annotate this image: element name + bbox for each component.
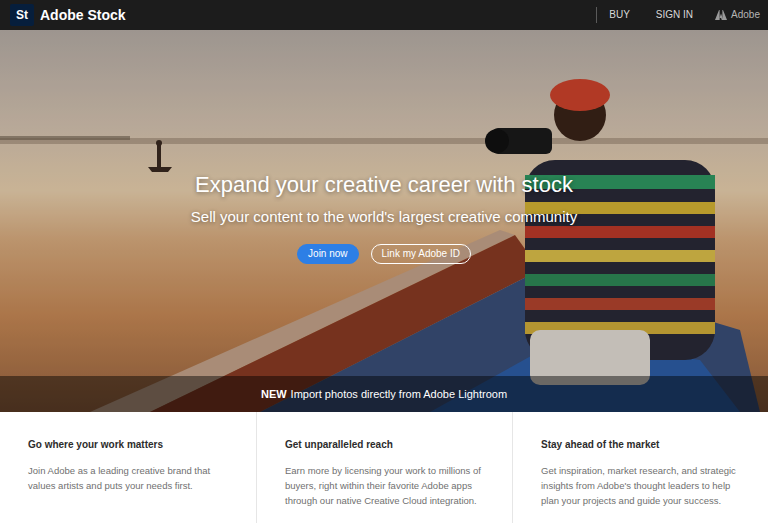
banner-text: Import photos directly from Adobe Lightr… <box>291 389 507 400</box>
adobe-link[interactable]: Adobe <box>715 10 760 20</box>
link-adobe-id-button[interactable]: Link my Adobe ID <box>371 244 471 264</box>
adobe-logo-icon <box>715 10 727 20</box>
feature-card: Get unparalleled reach Earn more by lice… <box>256 412 512 523</box>
brand-name: Adobe Stock <box>40 8 126 22</box>
sign-in-link[interactable]: SIGN IN <box>654 10 695 20</box>
hero-actions: Join now Link my Adobe ID <box>297 244 471 264</box>
link-adobe-id-label: Link my Adobe ID <box>382 248 460 259</box>
feature-title: Go where your work matters <box>28 438 238 451</box>
join-now-label: Join now <box>308 248 347 259</box>
feature-title: Get unparalleled reach <box>285 438 494 451</box>
feature-card: Stay ahead of the market Get inspiration… <box>512 412 768 523</box>
top-nav: BUY SIGN IN Adobe <box>596 0 760 30</box>
feature-card: Go where your work matters Join Adobe as… <box>0 412 256 523</box>
feature-body: Join Adobe as a leading creative brand t… <box>28 463 238 493</box>
hero-subtitle: Sell your content to the world's largest… <box>191 207 577 227</box>
brand-link[interactable]: St Adobe Stock <box>10 4 126 26</box>
feature-body: Earn more by licensing your work to mill… <box>285 463 494 508</box>
top-bar: St Adobe Stock BUY SIGN IN Adobe <box>0 0 768 30</box>
nav-separator <box>596 7 597 23</box>
buy-link[interactable]: BUY <box>607 10 632 20</box>
feature-body: Get inspiration, market research, and st… <box>541 463 750 508</box>
hero: Expand your creative career with stock S… <box>0 30 768 412</box>
features: Go where your work matters Join Adobe as… <box>0 412 768 523</box>
logo-text: St <box>16 9 28 21</box>
new-badge: NEW <box>261 389 287 400</box>
logo-mark: St <box>10 4 34 26</box>
lightroom-banner[interactable]: NEW Import photos directly from Adobe Li… <box>0 376 768 412</box>
join-now-button[interactable]: Join now <box>297 244 358 264</box>
hero-content: Expand your creative career with stock S… <box>0 30 768 264</box>
adobe-text: Adobe <box>731 10 760 20</box>
hero-title: Expand your creative career with stock <box>195 171 573 199</box>
feature-title: Stay ahead of the market <box>541 438 750 451</box>
